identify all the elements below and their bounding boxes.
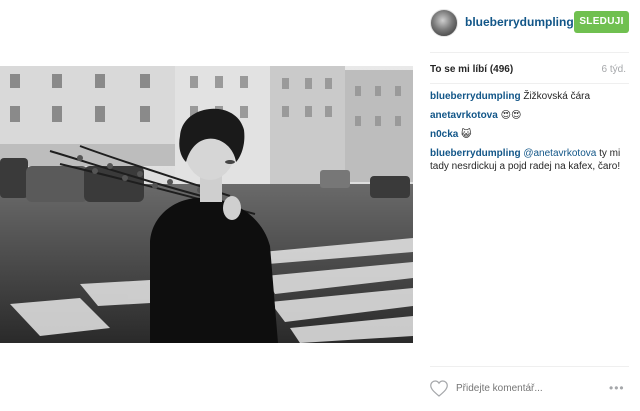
comment-text: Žižkovská čára	[523, 91, 591, 102]
street-photo-image	[0, 66, 413, 343]
comments-list: blueberrydumpling Žižkovská čára anetavr…	[430, 90, 635, 179]
more-options-icon[interactable]: •••	[609, 381, 625, 395]
avatar[interactable]	[430, 9, 458, 37]
comment-user[interactable]: n0cka	[430, 129, 458, 140]
comment-mention[interactable]: @anetavrkotova	[523, 148, 596, 159]
comment-text: 😺	[461, 129, 472, 140]
comment-user[interactable]: blueberrydumpling	[430, 148, 521, 159]
comment: n0cka 😺	[430, 128, 635, 141]
comment: blueberrydumpling @anetavrkotova ty mi t…	[430, 147, 635, 173]
comment: blueberrydumpling Žižkovská čára	[430, 90, 635, 103]
comment-user[interactable]: blueberrydumpling	[430, 91, 521, 102]
comment-footer: •••	[413, 368, 640, 411]
post-header: blueberrydumpling SLEDUJI	[413, 0, 640, 44]
post-age[interactable]: 6 týd.	[602, 64, 626, 75]
comment-text: 😍😍	[500, 110, 522, 121]
comment-user[interactable]: anetavrkotova	[430, 110, 498, 121]
heart-icon[interactable]	[430, 380, 448, 397]
post-username[interactable]: blueberrydumpling	[465, 15, 574, 29]
follow-button[interactable]: SLEDUJI	[574, 11, 629, 33]
post-photo[interactable]	[0, 66, 413, 343]
comment: anetavrkotova 😍😍	[430, 109, 635, 122]
header-divider	[430, 52, 629, 53]
likes-row: To se mi líbí (496) 6 týd.	[430, 64, 629, 75]
post-sidebar: blueberrydumpling SLEDUJI To se mi líbí …	[413, 0, 640, 411]
likes-divider	[430, 83, 629, 84]
comment-input[interactable]	[456, 383, 586, 394]
footer-divider	[430, 366, 629, 367]
likes-count[interactable]: To se mi líbí (496)	[430, 64, 513, 75]
